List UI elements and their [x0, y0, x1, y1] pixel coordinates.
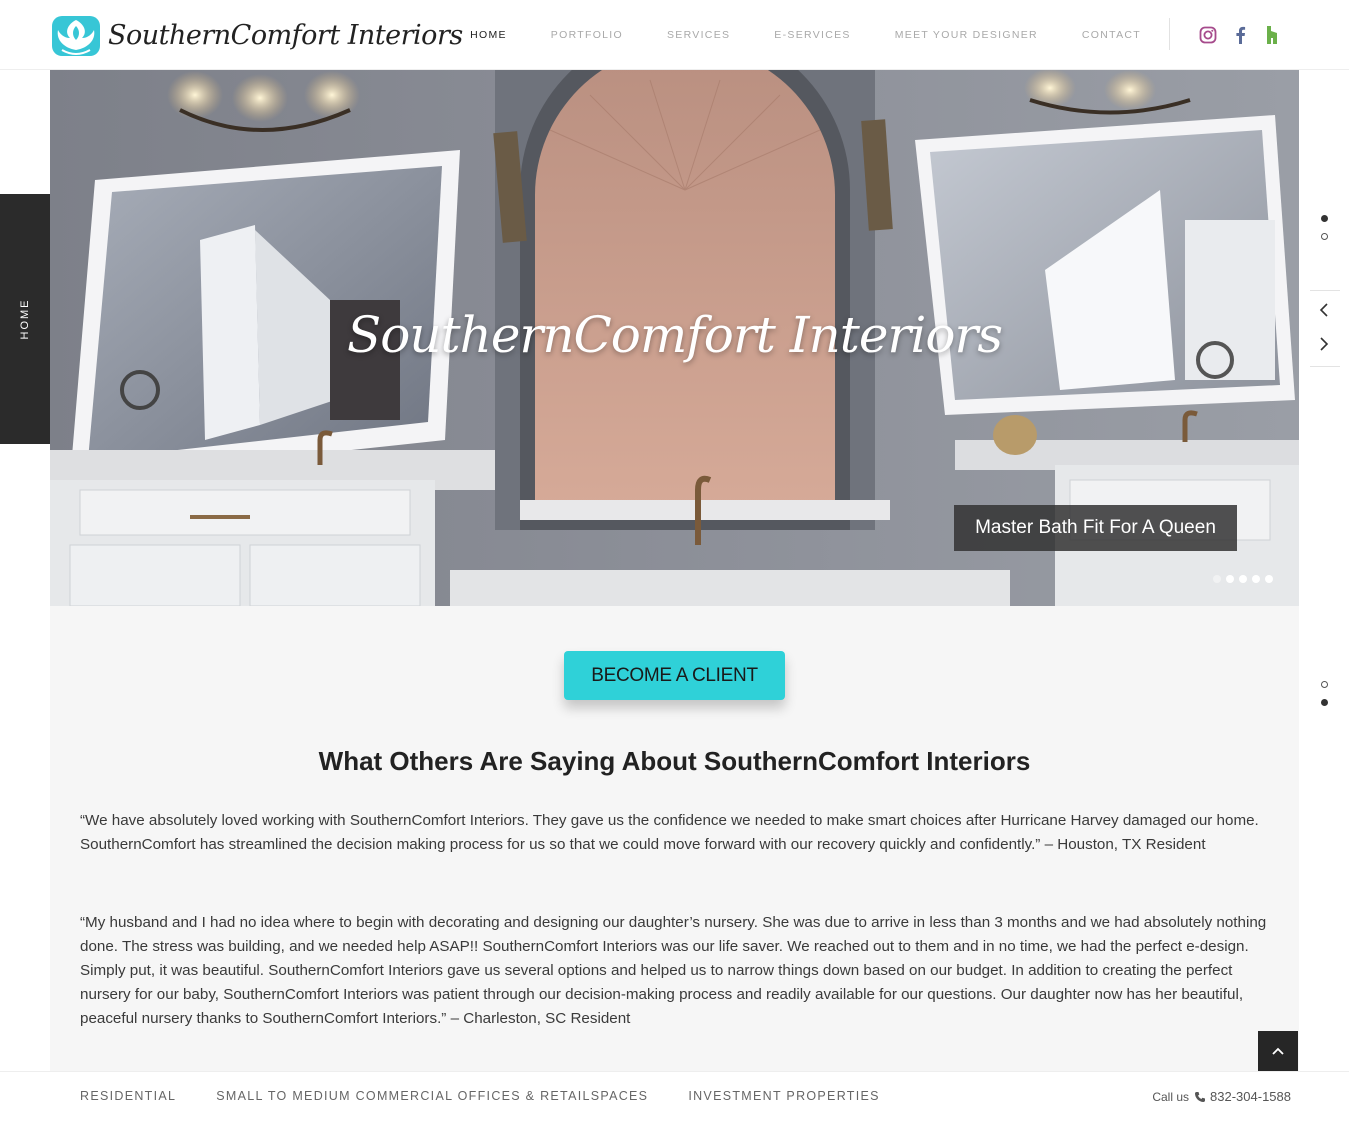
site-header: SouthernComfort Interiors HOME PORTFOLIO…	[0, 0, 1349, 70]
facebook-icon[interactable]	[1230, 24, 1250, 46]
main-nav: HOME PORTFOLIO SERVICES E-SERVICES MEET …	[426, 0, 1141, 70]
nav-e-services[interactable]: E-SERVICES	[774, 29, 850, 41]
rail-divider	[1310, 366, 1340, 367]
slide-dot[interactable]	[1252, 575, 1260, 583]
phone-number: 832-304-1588	[1210, 1089, 1291, 1104]
section-dot-2[interactable]	[1321, 233, 1328, 240]
hero-slider: SouthernComfort Interiors Master Bath Fi…	[50, 70, 1299, 606]
footer-link-investment[interactable]: INVESTMENT PROPERTIES	[688, 1089, 879, 1103]
social-links	[1198, 24, 1294, 46]
logo[interactable]: SouthernComfort Interiors	[50, 10, 463, 60]
houzz-icon[interactable]	[1262, 24, 1282, 46]
become-a-client-button[interactable]: BECOME A CLIENT	[564, 651, 785, 700]
prev-arrow-icon[interactable]	[1316, 302, 1332, 318]
footer-link-residential[interactable]: RESIDENTIAL	[80, 1089, 176, 1103]
slide-dot[interactable]	[1239, 575, 1247, 583]
rail-divider	[1310, 290, 1340, 291]
section-dot-4[interactable]	[1321, 699, 1328, 706]
instagram-icon[interactable]	[1198, 24, 1218, 46]
nav-meet-your-designer[interactable]: MEET YOUR DESIGNER	[895, 29, 1038, 41]
footer-nav: RESIDENTIAL SMALL TO MEDIUM COMMERCIAL O…	[80, 1089, 920, 1103]
section-dot-1[interactable]	[1321, 215, 1328, 222]
logo-text: SouthernComfort Interiors	[108, 19, 463, 51]
testimonial: “We have absolutely loved working with S…	[80, 812, 1259, 853]
logo-ornament-icon	[52, 16, 100, 56]
hero-title: SouthernComfort Interiors	[346, 306, 1003, 364]
slide-caption: Master Bath Fit For A Queen	[954, 505, 1237, 551]
chevron-up-icon	[1272, 1047, 1284, 1055]
next-arrow-icon[interactable]	[1316, 336, 1332, 352]
side-section-tab[interactable]: HOME	[0, 194, 50, 444]
footer-link-commercial[interactable]: SMALL TO MEDIUM COMMERCIAL OFFICES & RET…	[216, 1089, 648, 1103]
section-dot-3[interactable]	[1321, 681, 1328, 688]
call-label: Call us	[1152, 1089, 1190, 1104]
nav-contact[interactable]: CONTACT	[1082, 29, 1141, 41]
slide-dot[interactable]	[1213, 575, 1221, 583]
side-tab-label: HOME	[19, 298, 31, 340]
nav-portfolio[interactable]: PORTFOLIO	[551, 29, 623, 41]
slide-dot[interactable]	[1226, 575, 1234, 583]
nav-divider	[1169, 18, 1170, 50]
site-footer: RESIDENTIAL SMALL TO MEDIUM COMMERCIAL O…	[0, 1071, 1349, 1122]
section-title: What Others Are Saying About SouthernCom…	[318, 746, 1031, 776]
slide-dot[interactable]	[1265, 575, 1273, 583]
nav-services[interactable]: SERVICES	[667, 29, 730, 41]
back-to-top-button[interactable]	[1258, 1031, 1298, 1071]
slider-pagination	[1213, 575, 1278, 583]
testimonial: “My husband and I had no idea where to b…	[80, 914, 1267, 1027]
call-us[interactable]: Call us 832-304-1588	[1152, 1089, 1291, 1104]
nav-home[interactable]: HOME	[470, 29, 507, 41]
testimonials-section: BECOME A CLIENT What Others Are Saying A…	[50, 606, 1299, 1072]
phone-icon	[1195, 1091, 1206, 1102]
